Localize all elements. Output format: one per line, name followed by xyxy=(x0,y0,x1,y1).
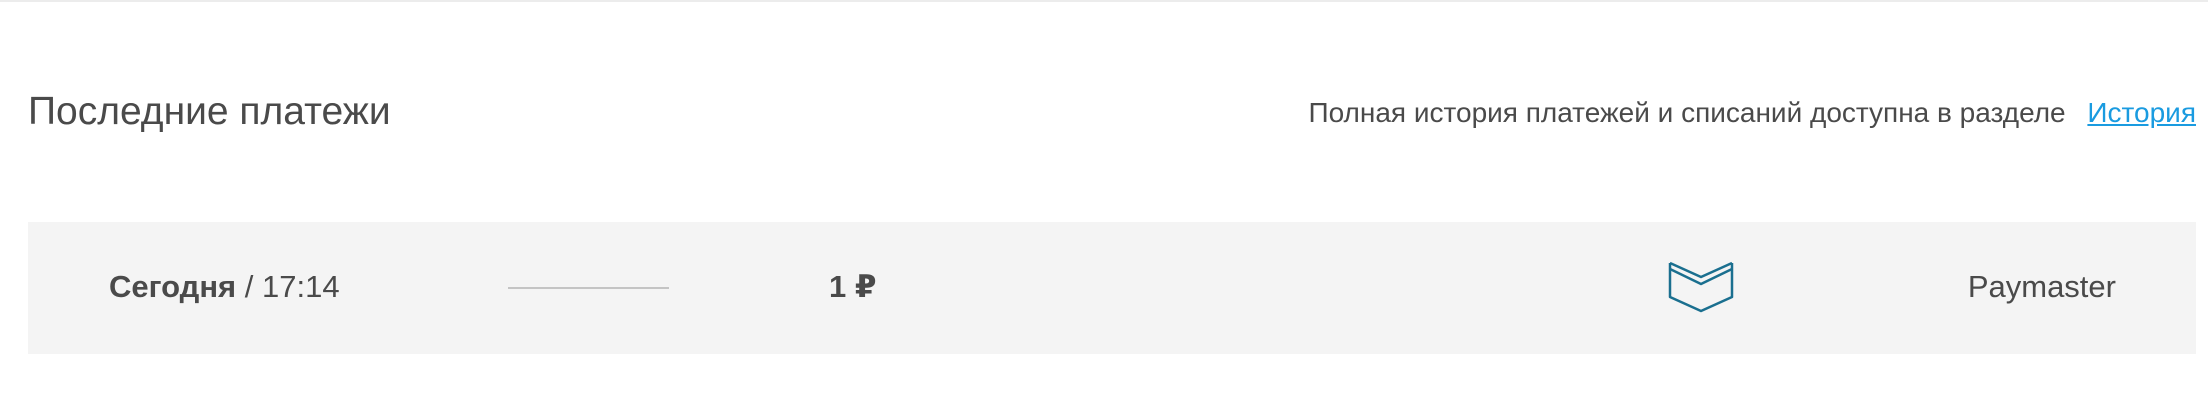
wallet-icon xyxy=(1668,261,1734,313)
payment-amount: 1 ₽ xyxy=(829,269,877,304)
payment-date-time: Сегодня / 17:14 xyxy=(109,266,340,308)
payment-row: Сегодня / 17:14 1 ₽ Paymaster xyxy=(28,222,2196,354)
history-note: Полная история платежей и списаний досту… xyxy=(1308,93,2196,133)
date-time-separator: / xyxy=(244,269,254,304)
payment-divider-line xyxy=(508,287,669,289)
history-link[interactable]: История xyxy=(2087,97,2196,128)
payment-date: Сегодня xyxy=(109,269,237,304)
payment-method: Paymaster xyxy=(1967,269,2116,304)
top-divider xyxy=(0,0,2208,2)
section-title: Последние платежи xyxy=(28,90,391,133)
history-note-text: Полная история платежей и списаний досту… xyxy=(1308,97,2066,128)
payments-page: Последние платежи Полная история платеже… xyxy=(0,0,2208,408)
payment-time: 17:14 xyxy=(262,269,340,304)
